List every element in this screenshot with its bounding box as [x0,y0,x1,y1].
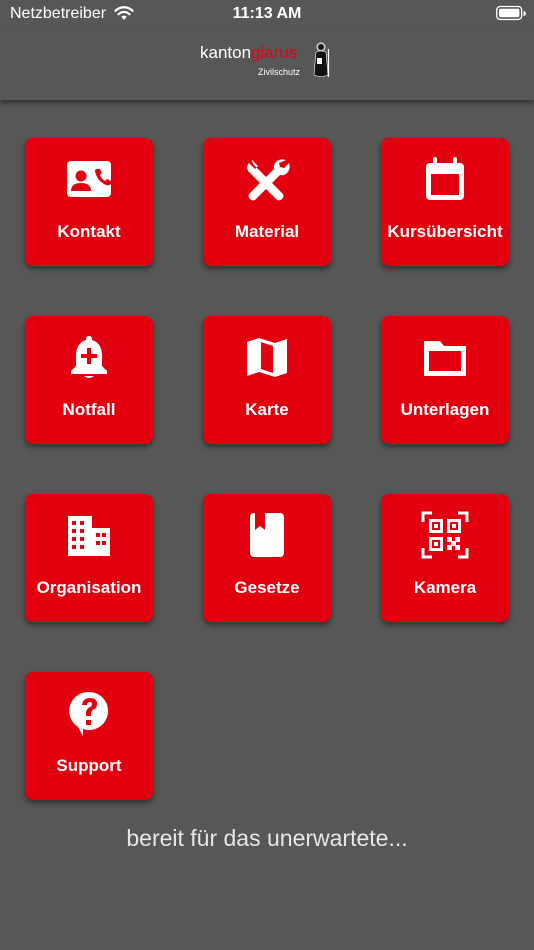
kanton-glarus-logo: kantonglarus Zivilschutz [200,41,340,85]
tile-gesetze[interactable]: Gesetze [203,494,331,622]
contact-card-icon [25,154,153,204]
tile-label: Support [56,756,122,775]
logo-kanton: kanton [200,43,252,62]
tile-label: Gesetze [234,578,300,597]
tile-label: Karte [245,400,289,419]
clock: 11:13 AM [232,5,302,22]
book-icon [203,510,331,560]
tile-label: Organisation [36,578,142,597]
tile-kontakt[interactable]: Kontakt [25,138,153,266]
tile-organisation[interactable]: Organisation [25,494,153,622]
help-bubble-icon [25,688,153,738]
tile-notfall[interactable]: Notfall [25,316,153,444]
app-header: kantonglarus Zivilschutz [0,28,534,100]
logo-wordmark: kantonglarus [200,43,297,63]
tile-support[interactable]: Support [25,672,153,800]
tile-unterlagen[interactable]: Unterlagen [381,316,509,444]
building-icon [25,510,153,560]
tagline: bereit für das unerwartete... [126,825,408,851]
coat-of-arms-icon [309,41,333,79]
tile-label: Kursübersicht [387,222,503,241]
tile-label: Notfall [62,400,116,419]
tile-kursuebersicht[interactable]: Kursübersicht [381,138,509,266]
logo-glarus: glarus [251,43,298,62]
map-icon [203,332,331,382]
tile-karte[interactable]: Karte [203,316,331,444]
tile-label: Kontakt [57,222,121,241]
tile-label: Material [234,222,300,241]
tile-kamera[interactable]: Kamera [381,494,509,622]
tools-icon [203,154,331,204]
logo-subtitle: Zivilschutz [258,67,301,77]
tile-label: Unterlagen [400,400,490,419]
tile-label: Kamera [413,578,477,597]
battery-icon [496,5,526,21]
tile-material[interactable]: Material [203,138,331,266]
qr-code-icon [381,510,509,560]
status-bar: Netzbetreiber 11:13 AM [0,0,534,28]
calendar-icon [381,154,509,204]
alarm-bell-icon [25,332,153,382]
folder-icon [381,332,509,382]
